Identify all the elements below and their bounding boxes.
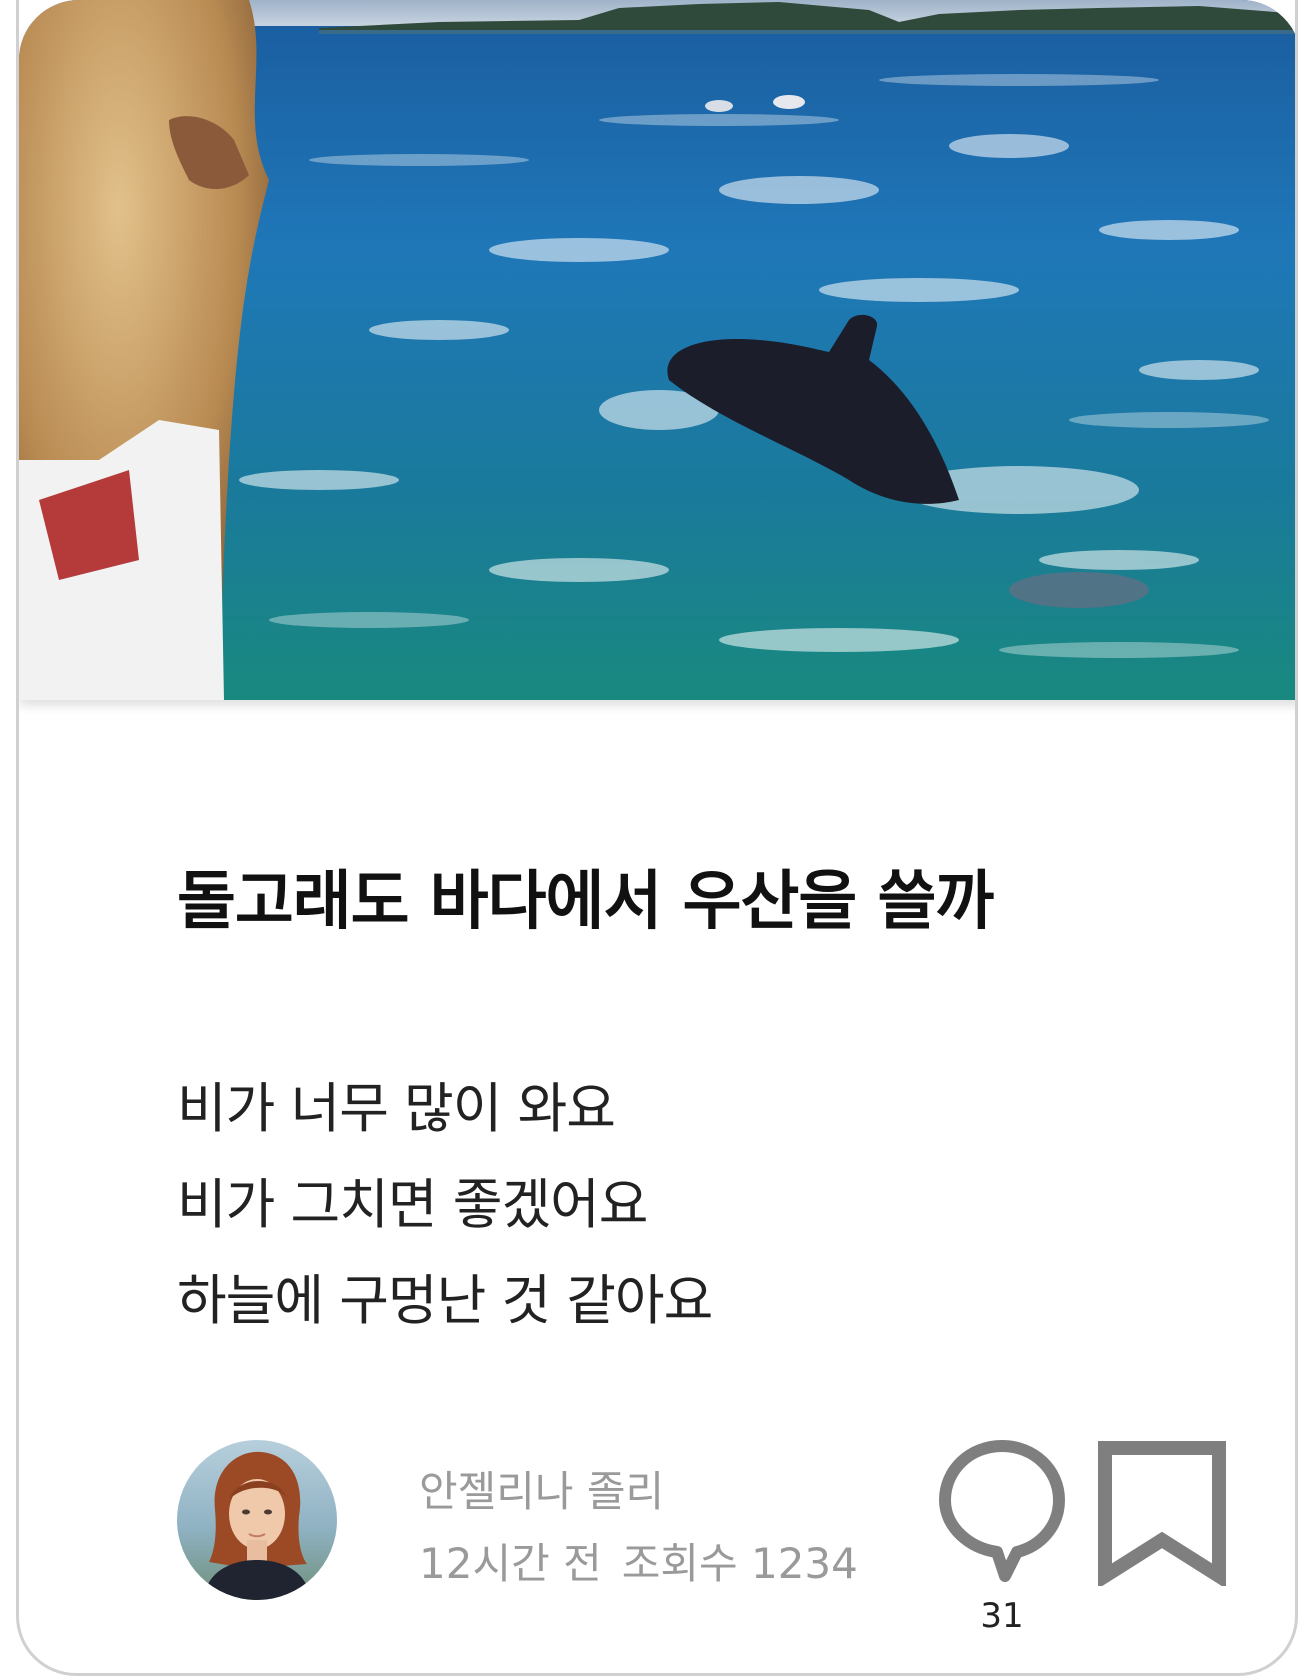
post-body-line: 비가 너무 많이 와요 bbox=[177, 1077, 616, 1140]
post-title[interactable]: 돌고래도 바다에서 우산을 쓸까 bbox=[177, 850, 994, 942]
dolphin-sea-image bbox=[19, 0, 1295, 700]
post-meta: 12시간 전 조회수 1234 bbox=[419, 1530, 858, 1591]
author-avatar-image bbox=[177, 1440, 337, 1600]
comment-bubble-icon bbox=[939, 1440, 1065, 1582]
view-count: 조회수 1234 bbox=[621, 1539, 858, 1588]
post-body: 비가 너무 많이 와요 비가 그치면 좋겠어요 하늘에 구멍난 것 같아요 bbox=[177, 1077, 713, 1366]
comment-count: 31 bbox=[980, 1596, 1024, 1636]
post-card[interactable]: 돌고래도 바다에서 우산을 쓸까 비가 너무 많이 와요 비가 그치면 좋겠어요… bbox=[16, 0, 1298, 1676]
post-body-line: 하늘에 구멍난 것 같아요 bbox=[177, 1269, 713, 1332]
bookmark-icon bbox=[1098, 1441, 1226, 1589]
post-body-line: 비가 그치면 좋겠어요 bbox=[177, 1173, 648, 1236]
comment-button[interactable] bbox=[937, 1438, 1067, 1588]
avatar[interactable] bbox=[177, 1440, 337, 1600]
post-photo[interactable] bbox=[19, 0, 1295, 700]
bookmark-button[interactable] bbox=[1097, 1440, 1227, 1589]
post-time: 12시간 전 bbox=[419, 1539, 602, 1588]
author-name[interactable]: 안젤리나 졸리 bbox=[419, 1458, 664, 1519]
